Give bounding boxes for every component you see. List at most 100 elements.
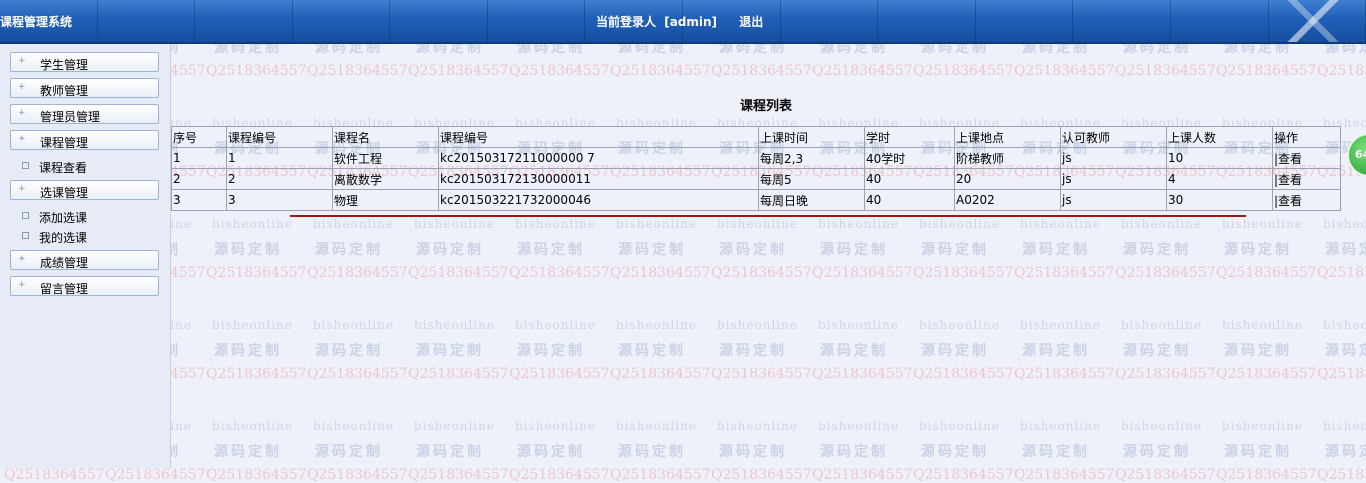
watermark-text: Q2518364557 xyxy=(812,265,913,281)
plus-icon: + xyxy=(18,254,26,264)
divider-line xyxy=(290,215,1246,217)
watermark-text: 源码定制 xyxy=(820,242,888,258)
menu-elective-management[interactable]: + 选课管理 xyxy=(10,180,159,200)
table-cell: 20 xyxy=(954,168,1061,190)
watermark-text: bisheonline xyxy=(414,419,495,433)
watermark-text: 源码定制 xyxy=(517,444,585,460)
watermark-text: bisheonline xyxy=(515,217,596,231)
square-icon xyxy=(22,232,29,239)
watermark-text: bisheonline xyxy=(1020,318,1101,332)
watermark-text: Q2518364557 xyxy=(1014,265,1115,281)
table-cell: |查看 xyxy=(1272,147,1341,169)
watermark-text: Q2518364557 xyxy=(1014,366,1115,382)
watermark-text: 源码定制 xyxy=(1123,343,1191,359)
watermark-text: bisheonline xyxy=(1222,217,1303,231)
login-info: 当前登录人 [admin] 退出 xyxy=(596,13,767,30)
column-header: 操作 xyxy=(1272,126,1341,148)
table-cell: 1 xyxy=(171,147,227,169)
watermark-text: Q2518364557 xyxy=(1115,265,1216,281)
watermark-text: 源码定制 xyxy=(517,242,585,258)
floating-badge[interactable]: 64 xyxy=(1347,133,1366,177)
watermark-text: Q2518364557 xyxy=(509,265,610,281)
watermark-text: 源码定制 xyxy=(315,242,383,258)
page-title: 课程列表 xyxy=(740,99,793,114)
table-cell: 40 xyxy=(864,189,955,211)
table-cell: 阶梯教师 xyxy=(954,147,1061,169)
watermark-text: bisheonline xyxy=(212,419,293,433)
watermark-text: 源码定制 xyxy=(921,242,989,258)
logout-link[interactable]: 退出 xyxy=(739,15,763,29)
watermark-text: bisheonline xyxy=(1323,419,1366,433)
watermark-text: 源码定制 xyxy=(719,444,787,460)
watermark-text: Q2518364557 xyxy=(610,467,711,483)
table-cell: 物理 xyxy=(332,189,439,211)
watermark-text: Q2518364557 xyxy=(307,265,408,281)
watermark-text: bisheonline xyxy=(818,217,899,231)
menu-admin-management[interactable]: + 管理员管理 xyxy=(10,104,159,124)
table-cell: |查看 xyxy=(1272,189,1341,211)
watermark-text: bisheonline xyxy=(515,419,596,433)
watermark-text: Q2518364557 xyxy=(509,63,610,79)
watermark-text: bisheonline xyxy=(313,217,394,231)
view-link[interactable]: |查看 xyxy=(1274,152,1302,166)
watermark-text: 源码定制 xyxy=(719,242,787,258)
watermark-text: bisheonline xyxy=(1020,419,1101,433)
watermark-text: 源码定制 xyxy=(1325,242,1366,258)
view-link[interactable]: |查看 xyxy=(1274,173,1302,187)
watermark-text: Q2518364557 xyxy=(1317,467,1366,483)
view-link[interactable]: |查看 xyxy=(1274,194,1302,208)
watermark-text: 源码定制 xyxy=(1224,444,1292,460)
menu-course-management[interactable]: + 课程管理 xyxy=(10,130,159,150)
watermark-text: Q2518364557 xyxy=(408,265,509,281)
watermark-text: bisheonline xyxy=(1121,217,1202,231)
watermark-text: Q2518364557 xyxy=(913,467,1014,483)
menu-score-management[interactable]: + 成绩管理 xyxy=(10,250,159,270)
login-user: [admin] xyxy=(664,15,718,29)
watermark-text: Q2518364557 xyxy=(1216,265,1317,281)
watermark-text: Q2518364557 xyxy=(1216,366,1317,382)
watermark-text: Q2518364557 xyxy=(711,366,812,382)
watermark-text: 源码定制 xyxy=(1123,242,1191,258)
watermark-text: 源码定制 xyxy=(214,242,282,258)
watermark-text: Q2518364557 xyxy=(610,265,711,281)
menu-message-management[interactable]: + 留言管理 xyxy=(10,276,159,296)
watermark-text: Q2518364557 xyxy=(509,366,610,382)
watermark-text: Q2518364557 xyxy=(812,366,913,382)
watermark-text: Q2518364557 xyxy=(1216,467,1317,483)
watermark-text: 源码定制 xyxy=(618,343,686,359)
menu-student-management[interactable]: + 学生管理 xyxy=(10,52,159,72)
menu-label: 管理员管理 xyxy=(40,110,101,124)
watermark-text: bisheonline xyxy=(919,217,1000,231)
table-cell: js xyxy=(1060,189,1167,211)
watermark-text: bisheonline xyxy=(616,318,697,332)
watermark-text: Q2518364557 xyxy=(206,63,307,79)
watermark-text: Q2518364557 xyxy=(307,366,408,382)
watermark-text: bisheonline xyxy=(616,217,697,231)
table-cell: |查看 xyxy=(1272,168,1341,190)
menu-label: 留言管理 xyxy=(40,282,89,296)
watermark-text: 源码定制 xyxy=(1022,343,1090,359)
watermark-text: Q2518364557 xyxy=(1014,467,1115,483)
menu-teacher-management[interactable]: + 教师管理 xyxy=(10,78,159,98)
menu-label: 课程查看 xyxy=(39,161,88,175)
watermark-text: 源码定制 xyxy=(618,242,686,258)
watermark-text: 源码定制 xyxy=(1224,242,1292,258)
table-cell: 10 xyxy=(1166,147,1273,169)
watermark-text: Q2518364557 xyxy=(711,63,812,79)
table-cell: 每周5 xyxy=(758,168,865,190)
watermark-text: Q2518364557 xyxy=(1115,63,1216,79)
watermark-text: Q2518364557 xyxy=(105,467,206,483)
table-cell: 3 xyxy=(171,189,227,211)
table-header-row: 序号 课程编号 课程名 课程编号 上课时间 学时 上课地点 认可教师 上课人数 … xyxy=(171,126,1341,148)
plus-icon: + xyxy=(18,108,26,118)
watermark-text: bisheonline xyxy=(717,419,798,433)
watermark-text: 源码定制 xyxy=(921,343,989,359)
watermark-text: Q2518364557 xyxy=(1317,265,1366,281)
table-cell: kc201503172130000011 xyxy=(438,168,759,190)
table-cell: 离散数学 xyxy=(332,168,439,190)
top-header: 课程管理系统 当前登录人 [admin] 退出 xyxy=(0,0,1366,44)
watermark-text: Q2518364557 xyxy=(610,63,711,79)
watermark-text: 源码定制 xyxy=(1022,242,1090,258)
watermark-text: bisheonline xyxy=(212,318,293,332)
table-cell: 2 xyxy=(171,168,227,190)
